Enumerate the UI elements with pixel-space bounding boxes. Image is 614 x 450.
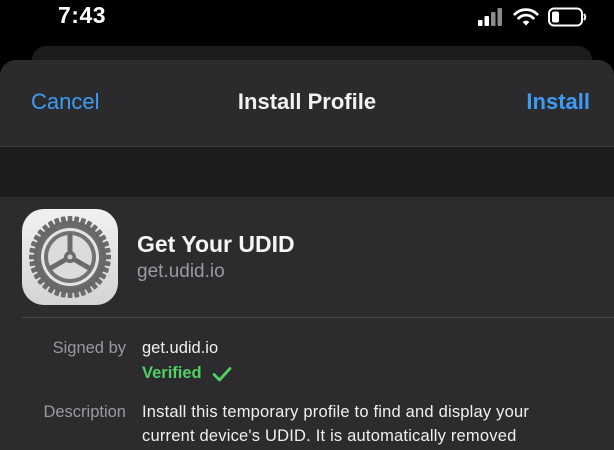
profile-name: Get Your UDID [137, 231, 295, 257]
gear-icon [29, 216, 111, 298]
install-profile-sheet: Cancel Install Profile Install Get Your … [0, 60, 614, 450]
signed-by-value: get.udid.io [142, 339, 219, 357]
description-line-2: current device's UDID. It is automatical… [142, 427, 517, 445]
install-button[interactable]: Install [526, 89, 590, 115]
description-line-1: Install this temporary profile to find a… [142, 403, 530, 421]
page-title: Install Profile [237, 89, 377, 114]
signed-by-label: Signed by [52, 339, 126, 357]
status-bar: 7:43 [0, 0, 614, 36]
profile-domain: get.udid.io [137, 261, 225, 282]
section-separator [0, 147, 614, 197]
checkmark-icon [212, 366, 232, 381]
phone-screen: 7:43 Cancel Install Profile Install Get … [0, 0, 614, 450]
profile-details: Get Your UDID get.udid.io Signed by get.… [0, 197, 614, 450]
description-label: Description [43, 403, 126, 421]
verified-status: Verified [142, 364, 232, 383]
navigation-bar: Cancel Install Profile Install [0, 60, 614, 147]
signal-icon [478, 8, 502, 26]
divider [22, 317, 614, 318]
wifi-icon [513, 7, 539, 25]
status-icons [478, 7, 588, 27]
battery-icon [548, 7, 587, 27]
verified-label: Verified [142, 364, 202, 382]
settings-gear-icon [22, 209, 118, 305]
status-time: 7:43 [58, 2, 107, 28]
